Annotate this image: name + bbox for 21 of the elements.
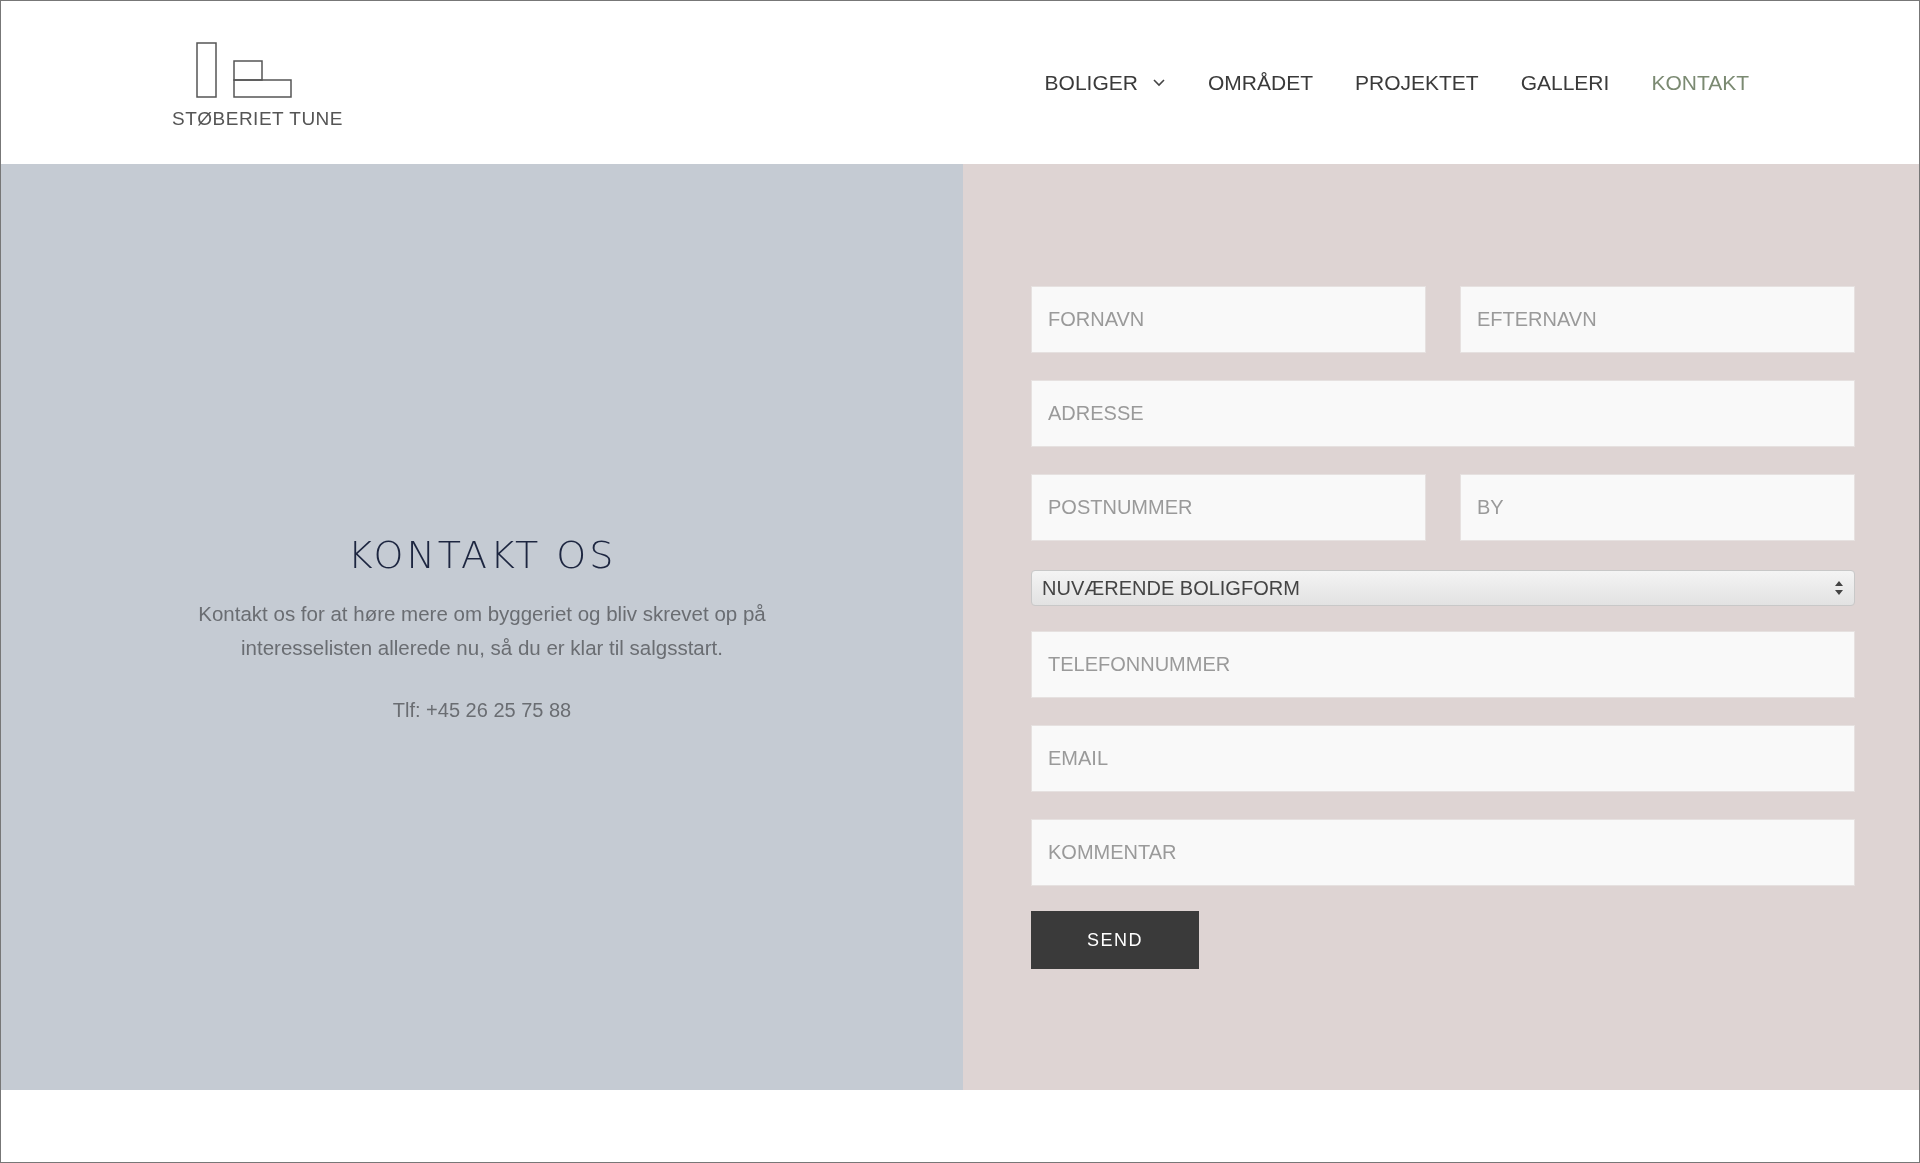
nav-link[interactable]: PROJEKTET bbox=[1354, 70, 1479, 95]
input-field[interactable]: TELEFONNUMMER bbox=[1031, 631, 1855, 698]
input-field[interactable]: FORNAVN bbox=[1031, 286, 1426, 353]
phone-number: Tlf: +45 26 25 75 88 bbox=[392, 698, 572, 722]
nav-link[interactable]: KONTAKT bbox=[1651, 70, 1749, 95]
select-dropdown[interactable]: NUVÆRENDE BOLIGFORM bbox=[1031, 570, 1855, 606]
nav-link[interactable]: BOLIGER bbox=[1044, 70, 1166, 95]
contact-heading: KONTAKT OS bbox=[347, 532, 617, 577]
input-field[interactable]: EFTERNAVN bbox=[1460, 286, 1855, 353]
input-field[interactable]: BY bbox=[1460, 474, 1855, 541]
input-field[interactable]: EMAIL bbox=[1031, 725, 1855, 792]
nav-link[interactable]: OMRÅDET bbox=[1207, 70, 1313, 95]
input-field[interactable]: POSTNUMMER bbox=[1031, 474, 1426, 541]
input-field[interactable]: KOMMENTAR bbox=[1031, 819, 1855, 886]
send-button[interactable]: SEND bbox=[1031, 911, 1199, 969]
input-field[interactable]: ADRESSE bbox=[1031, 380, 1855, 447]
chevron-down-icon bbox=[1151, 78, 1166, 87]
contact-description: Kontakt os for at høre mere om byggeriet og bliv skrevet op på interesselisten allerede nu, så du er klar til salgsstart. bbox=[197, 600, 767, 661]
nav-link[interactable]: GALLERI bbox=[1520, 70, 1610, 95]
logo-text: STØBERIET TUNE bbox=[172, 107, 343, 130]
up-down-arrows-icon bbox=[1834, 580, 1844, 596]
